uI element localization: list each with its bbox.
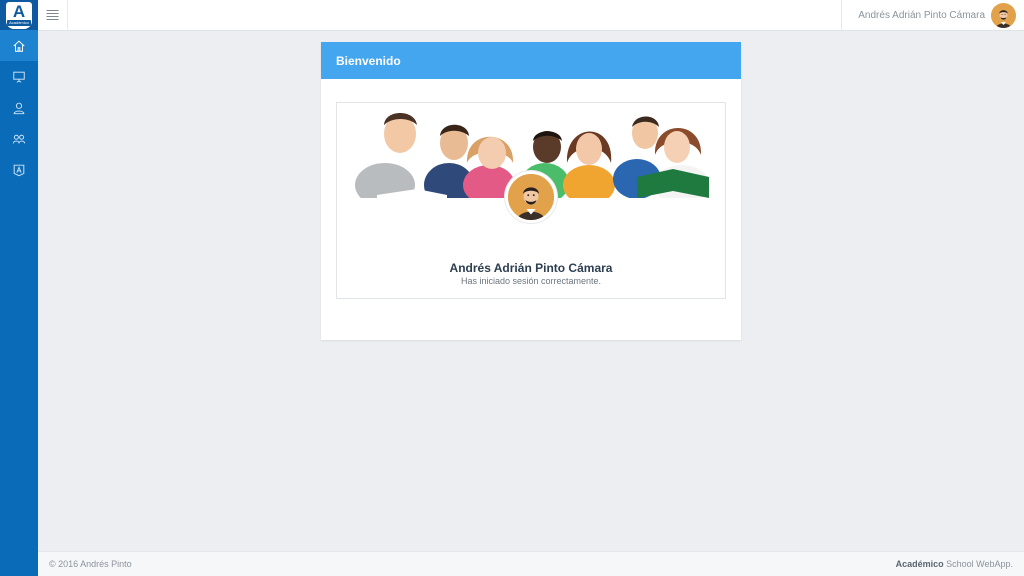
card-title: Bienvenido bbox=[336, 53, 401, 68]
profile-panel: Andrés Adrián Pinto Cámara Has iniciado … bbox=[336, 102, 726, 299]
user-icon bbox=[13, 102, 25, 114]
topbar: Andrés Adrián Pinto Cámara bbox=[38, 0, 1024, 31]
footer-brand-bold: Académico bbox=[895, 559, 944, 569]
logo-letter: A bbox=[12, 1, 26, 21]
footer-copyright: © 2016 Andrés Pinto bbox=[49, 559, 132, 569]
logo-shield-icon: A Académico bbox=[6, 1, 32, 29]
app-logo[interactable]: A Académico bbox=[0, 0, 38, 30]
footer-brand-rest: School WebApp. bbox=[943, 559, 1013, 569]
card-header: Bienvenido bbox=[321, 42, 741, 79]
logo-ribbon: Académico bbox=[7, 19, 31, 26]
footer-brand: Académico School WebApp. bbox=[896, 559, 1013, 569]
topbar-user-name[interactable]: Andrés Adrián Pinto Cámara bbox=[858, 10, 985, 21]
menu-toggle-button[interactable] bbox=[38, 0, 68, 30]
home-icon bbox=[13, 40, 25, 52]
sidebar: A Académico bbox=[0, 0, 38, 576]
presentation-icon bbox=[13, 71, 25, 83]
sidebar-item-home[interactable] bbox=[0, 30, 38, 61]
user-menu[interactable]: Andrés Adrián Pinto Cámara bbox=[841, 0, 1024, 30]
hamburger-icon bbox=[46, 10, 59, 20]
sidebar-item-groups[interactable] bbox=[0, 123, 38, 154]
profile-avatar[interactable] bbox=[505, 171, 557, 223]
sidebar-item-academic[interactable] bbox=[0, 154, 38, 185]
academic-logo-icon bbox=[13, 164, 25, 176]
sidebar-item-classes[interactable] bbox=[0, 61, 38, 92]
profile-name: Andrés Adrián Pinto Cámara bbox=[449, 261, 613, 275]
footer: © 2016 Andrés Pinto Académico School Web… bbox=[38, 551, 1024, 576]
user-avatar-icon bbox=[991, 2, 1016, 28]
sidebar-item-profile[interactable] bbox=[0, 92, 38, 123]
avatar[interactable] bbox=[991, 2, 1016, 28]
user-avatar-icon bbox=[508, 174, 554, 220]
group-icon bbox=[12, 134, 26, 144]
login-status-message: Has iniciado sesión correctamente. bbox=[460, 276, 602, 286]
welcome-card: Bienvenido Andrés Adrián Pinto Cámara Ha… bbox=[321, 42, 741, 340]
